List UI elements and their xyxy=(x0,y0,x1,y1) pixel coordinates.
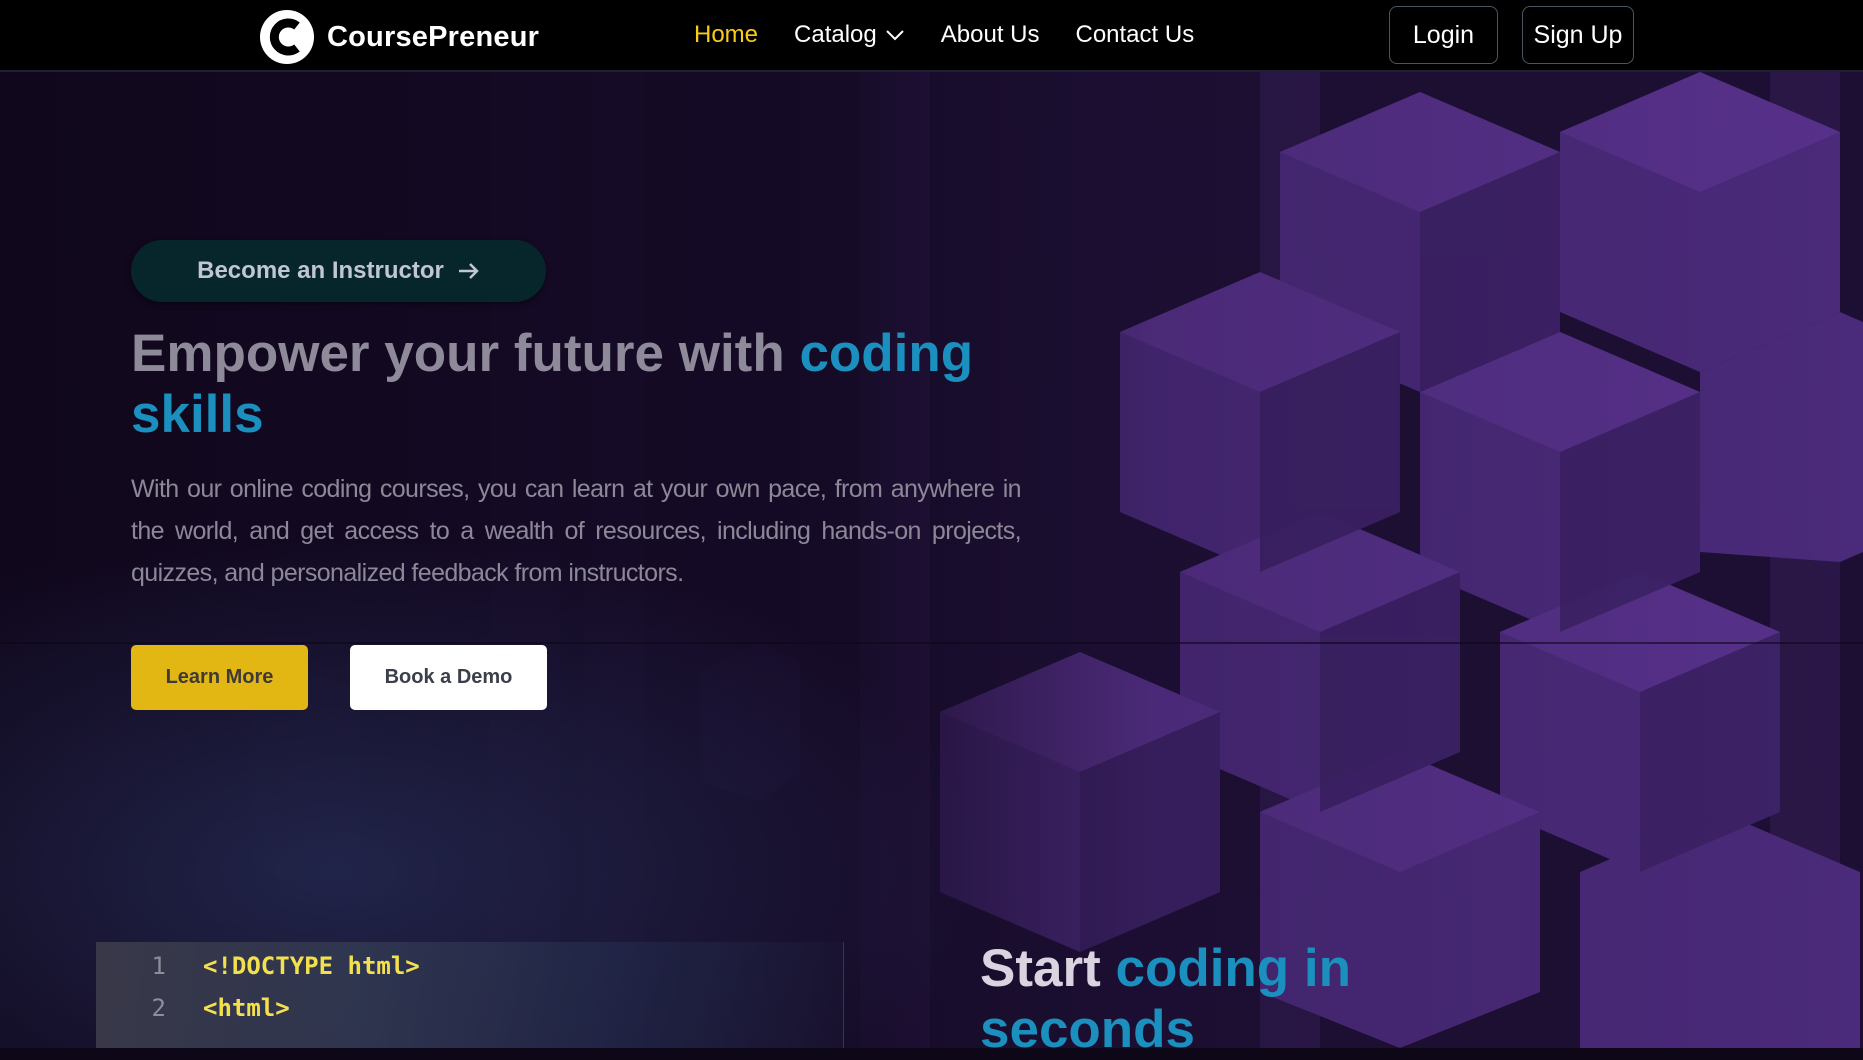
code-line: 2 <html> xyxy=(96,988,290,1028)
signup-button[interactable]: Sign Up xyxy=(1522,6,1634,64)
line-code: <!DOCTYPE html> xyxy=(203,952,420,980)
nav-contact-us[interactable]: Contact Us xyxy=(1075,21,1194,49)
start-coding-title: Start coding in seconds xyxy=(980,938,1480,1060)
become-instructor-label: Become an Instructor xyxy=(197,257,444,284)
start-title-plain: Start xyxy=(980,939,1116,998)
code-line: 1 <!DOCTYPE html> xyxy=(96,946,420,986)
chevron-down-icon xyxy=(886,30,904,41)
login-button[interactable]: Login xyxy=(1389,6,1498,64)
learn-more-button[interactable]: Learn More xyxy=(131,645,308,710)
hero-title-plain: Empower your future with xyxy=(131,324,800,383)
coursepreneur-logo-icon xyxy=(260,10,314,64)
top-navbar: CoursePreneur Home Catalog About Us Cont… xyxy=(0,0,1863,72)
hero-title: Empower your future with coding skills xyxy=(131,323,1051,445)
section-divider xyxy=(843,942,844,1048)
nav-catalog-label: Catalog xyxy=(794,21,877,48)
main-nav: Home Catalog About Us Contact Us xyxy=(694,0,1230,70)
brand-logo[interactable]: CoursePreneur xyxy=(259,9,539,65)
nav-catalog[interactable]: Catalog xyxy=(794,21,905,49)
code-preview: 1 <!DOCTYPE html> 2 <html> xyxy=(96,942,843,1048)
line-number: 2 xyxy=(151,994,166,1022)
line-code: <html> xyxy=(203,994,290,1022)
line-number: 1 xyxy=(151,952,166,980)
book-demo-button[interactable]: Book a Demo xyxy=(350,645,547,710)
arrow-right-icon xyxy=(458,263,479,279)
hero-description: With our online coding courses, you can … xyxy=(131,475,1022,587)
nav-home[interactable]: Home xyxy=(694,21,758,49)
brand-name: CoursePreneur xyxy=(327,20,540,53)
become-instructor-button[interactable]: Become an Instructor xyxy=(131,240,546,302)
nav-about-us[interactable]: About Us xyxy=(941,21,1040,49)
